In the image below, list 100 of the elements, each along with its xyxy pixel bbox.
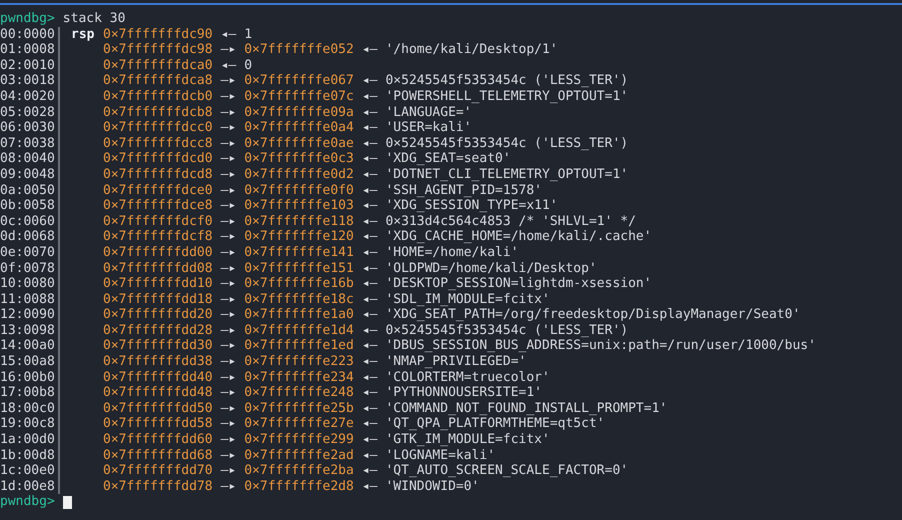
pointer-arrow: —▸ [220, 448, 236, 464]
pointer-arrow: —▸ [220, 214, 236, 230]
stack-offset: 0a:0050 [0, 182, 60, 198]
stack-address: 0×7fffffffdd60 [103, 432, 213, 448]
pointer-arrow: —▸ [220, 166, 236, 183]
pointer-arrow: —▸ [220, 198, 236, 214]
stack-offset: 04:0020 [0, 88, 60, 105]
stack-address: 0×7fffffffdc90 [103, 26, 213, 42]
stack-value: 'XDG_SESSION_TYPE=x11' [385, 198, 558, 214]
stack-offset: 12:0090 [0, 307, 60, 323]
stack-offset: 15:00a8 [0, 354, 60, 370]
pointer-address: 0×7fffffffe18c [244, 292, 354, 308]
stack-address: 0×7fffffffdca0 [103, 58, 213, 74]
stack-value: 'QT_AUTO_SCREEN_SCALE_FACTOR=0' [385, 463, 628, 479]
stack-offset: 06:0030 [0, 120, 60, 136]
stack-value: 'OLDPWD=/home/kali/Desktop' [385, 260, 597, 276]
pointer-arrow: —▸ [220, 354, 236, 370]
stack-address: 0×7fffffffdcd8 [103, 166, 213, 183]
stack-address: 0×7fffffffdd08 [103, 260, 213, 276]
stack-value: 'HOME=/home/kali' [385, 244, 519, 260]
stack-offset: 0e:0070 [0, 244, 60, 260]
value-arrow: ◂— [362, 400, 378, 416]
pointer-address: 0×7fffffffe0f0 [244, 182, 354, 198]
stack-address: 0×7fffffffdd20 [103, 307, 213, 323]
stack-address: 0×7fffffffdce8 [103, 198, 213, 214]
value-arrow: ◂— [220, 26, 236, 42]
shell-prompt: pwndbg> [0, 494, 55, 510]
pointer-address: 0×7fffffffe052 [244, 42, 354, 58]
stack-value: '/home/kali/Desktop/1' [385, 42, 558, 58]
stack-value: 'GTK_IM_MODULE=fcitx' [385, 432, 550, 448]
stack-value: 'XDG_SEAT_PATH=/org/freedesktop/DisplayManager/Seat0' [385, 307, 800, 323]
value-arrow: ◂— [220, 58, 236, 74]
value-arrow: ◂— [362, 214, 378, 230]
pointer-address: 0×7fffffffe299 [244, 432, 354, 448]
pointer-arrow: —▸ [220, 400, 236, 416]
stack-value: 'COLORTERM=truecolor' [385, 370, 550, 386]
stack-value: 'DOTNET_CLI_TELEMETRY_OPTOUT=1' [385, 166, 628, 183]
value-arrow: ◂— [362, 478, 378, 494]
stack-value: 'XDG_SEAT=seat0' [385, 151, 511, 167]
pointer-address: 0×7fffffffe120 [244, 229, 354, 245]
stack-offset: 0d:0068 [0, 229, 60, 245]
pointer-arrow: —▸ [220, 244, 236, 260]
stack-offset: 0f:0078 [0, 260, 60, 276]
stack-offset: 1c:00e0 [0, 463, 60, 479]
pointer-address: 0×7fffffffe103 [244, 198, 354, 214]
pointer-arrow: —▸ [220, 104, 236, 120]
value-arrow: ◂— [362, 198, 378, 214]
value-arrow: ◂— [362, 104, 378, 120]
pointer-address: 0×7fffffffe151 [244, 260, 354, 276]
stack-offset: 0c:0060 [0, 214, 60, 230]
pointer-arrow: —▸ [220, 136, 236, 152]
stack-address: 0×7fffffffdd38 [103, 354, 213, 370]
stack-value: 'PYTHONNOUSERSITE=1' [385, 385, 542, 401]
stack-address: 0×7fffffffdcb0 [103, 88, 213, 105]
shell-prompt: pwndbg> [0, 11, 55, 27]
stack-address: 0×7fffffffdcb8 [103, 104, 213, 120]
pointer-arrow: —▸ [220, 120, 236, 136]
stack-value: 1 [244, 26, 252, 42]
value-arrow: ◂— [362, 229, 378, 245]
stack-value: 'USER=kali' [385, 120, 472, 136]
stack-offset: 13:0098 [0, 322, 60, 338]
value-arrow: ◂— [362, 166, 378, 183]
value-arrow: ◂— [362, 292, 378, 308]
value-arrow: ◂— [362, 338, 378, 354]
pointer-arrow: —▸ [220, 42, 236, 58]
stack-offset: 18:00c0 [0, 400, 60, 416]
value-arrow: ◂— [362, 416, 378, 432]
stack-offset: 1d:00e8 [0, 478, 60, 494]
pointer-arrow: —▸ [220, 276, 236, 292]
stack-value: 'XDG_CACHE_HOME=/home/kali/.cache' [385, 229, 652, 245]
stack-value: 'DESKTOP_SESSION=lightdm-xsession' [385, 276, 652, 292]
value-arrow: ◂— [362, 276, 378, 292]
stack-value: 'LANGUAGE=' [385, 104, 472, 120]
stack-offset: 01:0008 [0, 42, 60, 58]
stack-value: 'QT_QPA_PLATFORMTHEME=qt5ct' [385, 416, 605, 432]
stack-offset: 00:0000 [0, 26, 60, 42]
pointer-arrow: —▸ [220, 416, 236, 432]
stack-address: 0×7fffffffdd50 [103, 400, 213, 416]
stack-value: 'DBUS_SESSION_BUS_ADDRESS=unix:path=/run/user/1000/bus' [385, 338, 816, 354]
stack-value: 0×313d4c564c4853 /* 'SHLVL=1' */ [385, 214, 636, 230]
stack-address: 0×7fffffffdd40 [103, 370, 213, 386]
stack-address: 0×7fffffffdd30 [103, 338, 213, 354]
stack-offset: 08:0040 [0, 151, 60, 167]
pointer-address: 0×7fffffffe234 [244, 370, 354, 386]
pointer-arrow: —▸ [220, 73, 236, 89]
pointer-address: 0×7fffffffe0a4 [244, 120, 354, 136]
stack-offset: 02:0010 [0, 58, 60, 74]
pointer-arrow: —▸ [220, 229, 236, 245]
stack-offset: 03:0018 [0, 73, 60, 89]
stack-address: 0×7fffffffdd48 [103, 385, 213, 401]
stack-address: 0×7fffffffdc98 [103, 42, 213, 58]
pointer-address: 0×7fffffffe16b [244, 276, 354, 292]
pointer-address: 0×7fffffffe1d4 [244, 322, 354, 338]
value-arrow: ◂— [362, 385, 378, 401]
stack-address: 0×7fffffffdd68 [103, 448, 213, 464]
stack-value: 'SSH_AGENT_PID=1578' [385, 182, 542, 198]
stack-value: 0×5245545f5353454c ('LESS_TER') [385, 322, 628, 338]
value-arrow: ◂— [362, 260, 378, 276]
pointer-address: 0×7fffffffe25b [244, 400, 354, 416]
stack-value: 0 [244, 58, 252, 74]
